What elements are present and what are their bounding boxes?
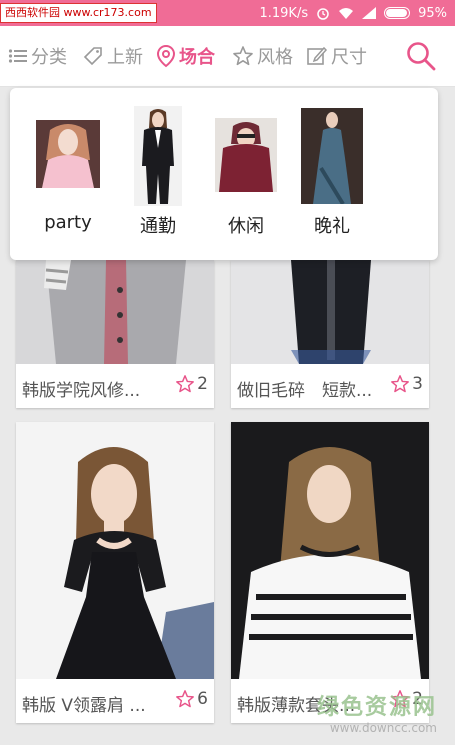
favorite-count[interactable]: 3 <box>390 374 423 394</box>
occasion-option-commute[interactable]: 通勤 <box>108 88 208 260</box>
battery-level: 95% <box>418 5 447 21</box>
product-card[interactable]: 韩版 V领露肩 ... 6 <box>16 422 214 723</box>
wifi-icon <box>339 8 354 19</box>
favorite-count[interactable]: 6 <box>175 689 208 709</box>
favorite-number: 3 <box>412 374 423 394</box>
product-name: 韩版学院风修... <box>22 381 141 401</box>
watermark-title: 绿色资源网 <box>316 695 437 720</box>
occasion-thumbnail <box>36 120 100 188</box>
product-name: 做旧毛碎 短款... <box>237 381 373 401</box>
occasion-label: 休闲 <box>228 216 264 237</box>
favorite-number: 6 <box>197 689 208 709</box>
occasion-label: 通勤 <box>140 216 176 237</box>
product-image <box>231 422 429 679</box>
tab-label: 分类 <box>31 47 67 68</box>
status-icons: 1.19K/s 95% <box>259 0 447 26</box>
location-pin-icon <box>156 44 176 68</box>
search-icon[interactable] <box>405 40 437 72</box>
tab-new[interactable]: 上新 <box>82 26 143 86</box>
occasion-label: 晚礼 <box>314 216 350 237</box>
tab-size[interactable]: 尺寸 <box>306 26 367 86</box>
network-speed: 1.19K/s <box>259 5 309 21</box>
watermark-badge: 西西软件园 www.cr173.com <box>0 3 157 23</box>
product-card[interactable]: 做旧毛碎 短款... 3 <box>231 260 429 408</box>
tab-label: 风格 <box>257 47 293 68</box>
product-card[interactable]: 韩版学院风修... 2 <box>16 260 214 408</box>
site-watermark: 绿色资源网 www.downcc.com <box>317 689 437 735</box>
filter-tab-bar: 分类 上新 场合 风格 尺寸 <box>0 26 455 87</box>
product-meta: 做旧毛碎 短款... 3 <box>231 364 429 408</box>
occasion-option-evening[interactable]: 晚礼 <box>282 88 382 260</box>
tab-label: 上新 <box>107 47 143 68</box>
product-image <box>231 260 429 364</box>
occasion-thumbnail <box>215 118 277 192</box>
status-bar: 西西软件园 www.cr173.com 1.19K/s 95% <box>0 0 455 26</box>
star-outline-icon <box>176 690 195 708</box>
occasion-label: party <box>44 212 92 233</box>
favorite-number: 2 <box>197 374 208 394</box>
occasion-option-party[interactable]: party <box>18 88 118 260</box>
star-outline-icon <box>176 375 195 393</box>
watermark-url: www.downcc.com <box>329 721 437 735</box>
occasion-thumbnail <box>134 106 182 206</box>
occasion-dropdown: party 通勤 休闲 晚礼 <box>10 88 438 260</box>
list-icon <box>8 49 27 63</box>
alarm-icon <box>317 8 329 20</box>
tab-label: 尺寸 <box>331 47 367 68</box>
product-name: 韩版 V领露肩 ... <box>22 696 146 716</box>
tab-label: 场合 <box>179 47 215 68</box>
tab-occasion[interactable]: 场合 <box>156 26 215 86</box>
new-tag-icon <box>83 47 102 66</box>
occasion-thumbnail <box>301 108 363 204</box>
product-meta: 韩版 V领露肩 ... 6 <box>16 679 214 723</box>
edit-icon <box>307 46 328 65</box>
star-outline-icon <box>391 375 410 393</box>
star-outline-icon <box>233 46 253 66</box>
battery-icon <box>384 7 411 19</box>
product-card[interactable]: 韩版薄款套头... 2 <box>231 422 429 723</box>
tab-style[interactable]: 风格 <box>232 26 293 86</box>
product-image <box>16 422 214 679</box>
occasion-option-casual[interactable]: 休闲 <box>196 88 296 260</box>
product-meta: 韩版学院风修... 2 <box>16 364 214 408</box>
favorite-count[interactable]: 2 <box>175 374 208 394</box>
signal-icon <box>362 7 377 19</box>
product-image <box>16 260 214 364</box>
tab-category[interactable]: 分类 <box>8 26 67 86</box>
